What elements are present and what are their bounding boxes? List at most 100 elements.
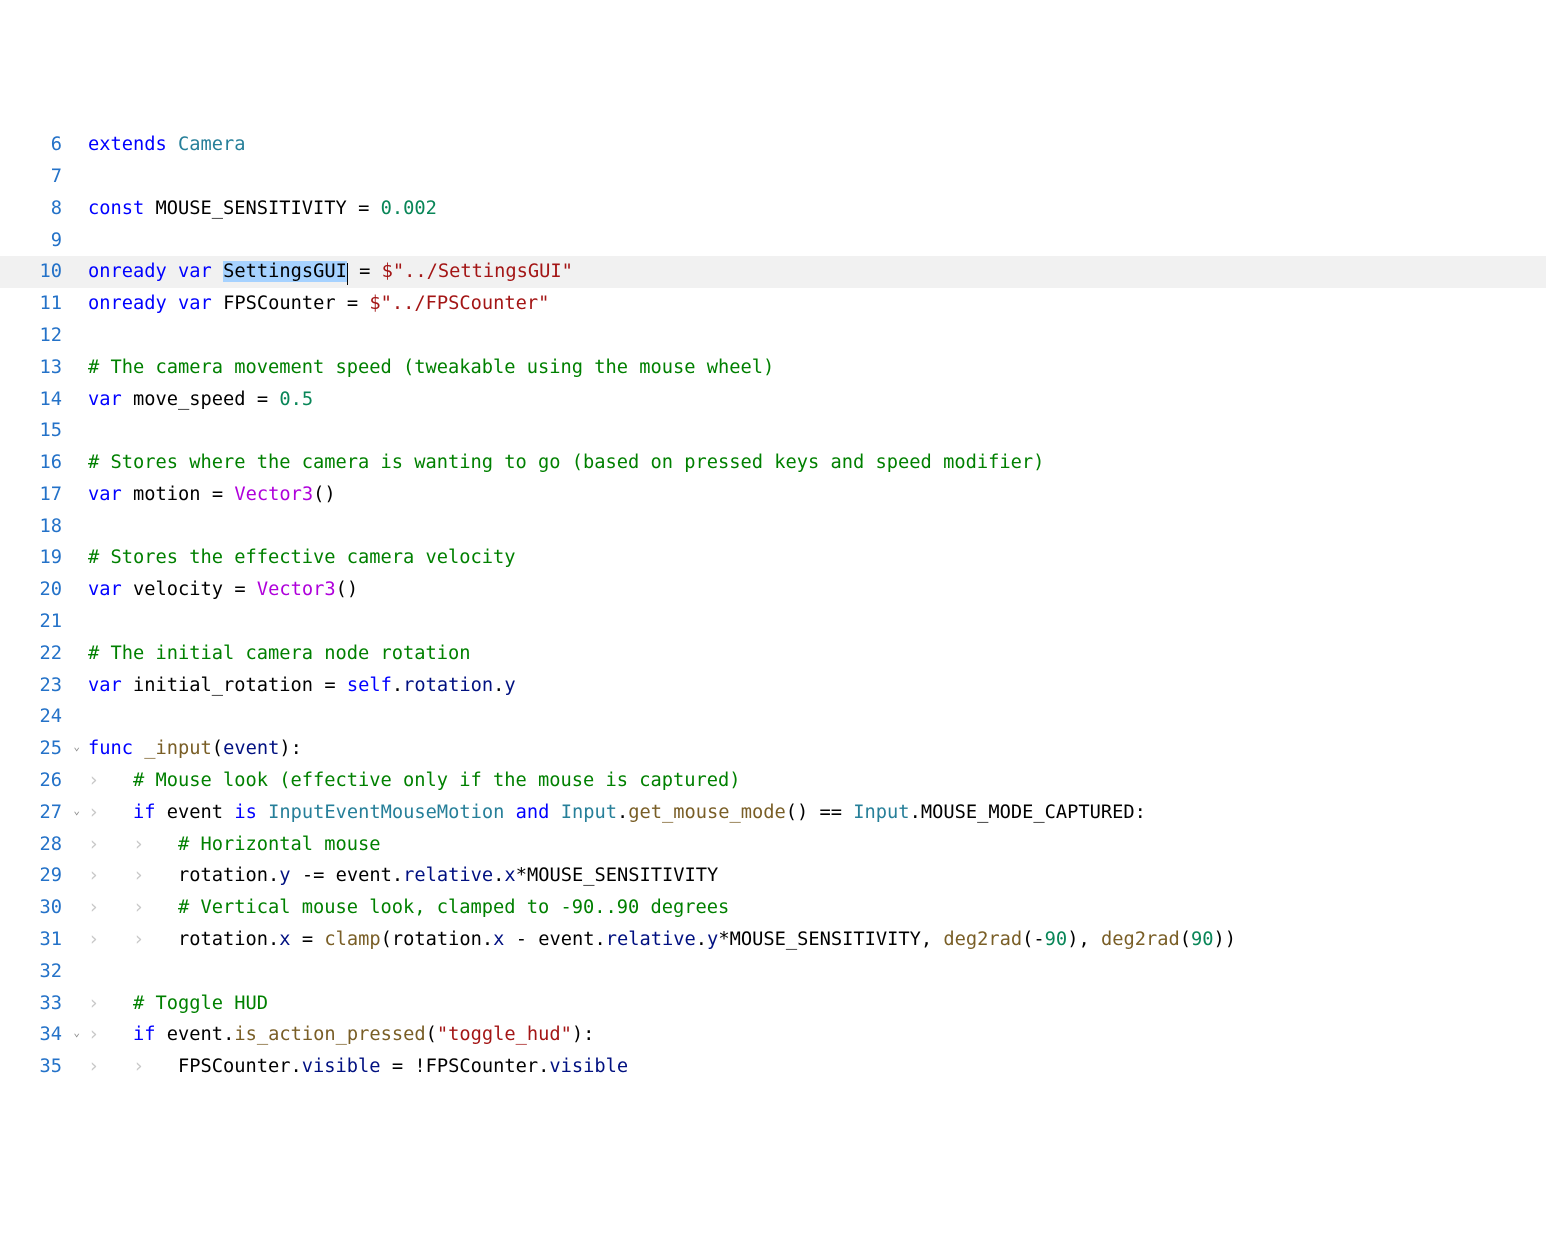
code-line[interactable]: 32 xyxy=(0,956,1546,988)
whitespace-icon: › › xyxy=(88,834,178,855)
code-line[interactable]: 33› # Toggle HUD xyxy=(0,988,1546,1020)
keyword: var xyxy=(88,675,122,696)
dot: . xyxy=(493,675,504,696)
code-content[interactable]: var initial_rotation = self.rotation.y xyxy=(68,670,1546,702)
function-call: clamp xyxy=(324,929,380,950)
code-line[interactable]: 26› # Mouse look (effective only if the … xyxy=(0,765,1546,797)
code-line[interactable]: 23var initial_rotation = self.rotation.y xyxy=(0,670,1546,702)
dot: . xyxy=(392,865,403,886)
code-content[interactable]: var velocity = Vector3() xyxy=(68,574,1546,606)
colon: : xyxy=(291,738,302,759)
paren: ( xyxy=(212,738,223,759)
code-line[interactable]: 6extends Camera xyxy=(0,129,1546,161)
keyword: onready xyxy=(88,293,167,314)
code-content[interactable]: var motion = Vector3() xyxy=(68,479,1546,511)
code-line[interactable]: 18 xyxy=(0,511,1546,543)
code-line[interactable]: 14var move_speed = 0.5 xyxy=(0,384,1546,416)
line-number: 28 xyxy=(0,829,68,861)
colon: : xyxy=(1135,802,1146,823)
keyword: var xyxy=(178,261,212,282)
dot: . xyxy=(392,675,403,696)
code-line[interactable]: 20var velocity = Vector3() xyxy=(0,574,1546,606)
code-line[interactable]: 11onready var FPSCounter = $"../FPSCount… xyxy=(0,288,1546,320)
code-line[interactable]: 9 xyxy=(0,225,1546,257)
code-editor[interactable]: 6extends Camera 7 8const MOUSE_SENSITIVI… xyxy=(0,127,1546,1083)
code-content[interactable]: const MOUSE_SENSITIVITY = 0.002 xyxy=(68,193,1546,225)
code-line[interactable]: 22# The initial camera node rotation xyxy=(0,638,1546,670)
line-number: 25⌄ xyxy=(0,733,68,765)
fold-icon[interactable]: ⌄ xyxy=(70,802,80,812)
line-number: 17 xyxy=(0,479,68,511)
code-content[interactable]: › if event is InputEventMouseMotion and … xyxy=(68,797,1546,829)
operator: = xyxy=(358,198,369,219)
operator: = xyxy=(234,579,245,600)
class-name: InputEventMouseMotion xyxy=(268,802,504,823)
paren: ( xyxy=(1022,929,1033,950)
code-line[interactable]: 13# The camera movement speed (tweakable… xyxy=(0,352,1546,384)
keyword: is xyxy=(234,802,257,823)
selection: SettingsGUI xyxy=(223,261,347,282)
comment: # Mouse look (effective only if the mous… xyxy=(133,770,741,791)
line-number: 19 xyxy=(0,542,68,574)
fold-icon[interactable]: ⌄ xyxy=(70,738,80,748)
line-number: 14 xyxy=(0,384,68,416)
comment: # The initial camera node rotation xyxy=(88,643,471,664)
code-content[interactable]: › # Mouse look (effective only if the mo… xyxy=(68,765,1546,797)
code-content[interactable]: extends Camera xyxy=(68,129,1546,161)
code-content[interactable]: › if event.is_action_pressed("toggle_hud… xyxy=(68,1019,1546,1051)
code-content[interactable]: › › FPSCounter.visible = !FPSCounter.vis… xyxy=(68,1051,1546,1083)
code-content[interactable]: # The camera movement speed (tweakable u… xyxy=(68,352,1546,384)
code-line[interactable]: 25⌄func _input(event): xyxy=(0,733,1546,765)
number: 0.002 xyxy=(381,198,437,219)
operator: = xyxy=(392,1056,403,1077)
code-line[interactable]: 28› › # Horizontal mouse xyxy=(0,829,1546,861)
code-content[interactable]: › › rotation.x = clamp(rotation.x - even… xyxy=(68,924,1546,956)
code-line[interactable]: 29› › rotation.y -= event.relative.x*MOU… xyxy=(0,860,1546,892)
code-line[interactable]: 31› › rotation.x = clamp(rotation.x - ev… xyxy=(0,924,1546,956)
operator: = xyxy=(324,675,335,696)
code-content[interactable]: # Stores the effective camera velocity xyxy=(68,542,1546,574)
code-line[interactable]: 27⌄› if event is InputEventMouseMotion a… xyxy=(0,797,1546,829)
line-number: 8 xyxy=(0,193,68,225)
line-number: 29 xyxy=(0,860,68,892)
code-content[interactable]: › › rotation.y -= event.relative.x*MOUSE… xyxy=(68,860,1546,892)
code-line[interactable]: 15 xyxy=(0,415,1546,447)
line-number: 31 xyxy=(0,924,68,956)
code-line[interactable]: 35› › FPSCounter.visible = !FPSCounter.v… xyxy=(0,1051,1546,1083)
code-content[interactable]: # Stores where the camera is wanting to … xyxy=(68,447,1546,479)
identifier: move_speed xyxy=(133,389,246,410)
text-cursor xyxy=(347,263,348,285)
code-content[interactable]: › › # Vertical mouse look, clamped to -9… xyxy=(68,892,1546,924)
keyword: onready xyxy=(88,261,167,282)
comment: # The camera movement speed (tweakable u… xyxy=(88,357,774,378)
code-content[interactable]: onready var FPSCounter = $"../FPSCounter… xyxy=(68,288,1546,320)
keyword: var xyxy=(178,293,212,314)
code-line[interactable]: 21 xyxy=(0,606,1546,638)
code-line[interactable]: 34⌄› if event.is_action_pressed("toggle_… xyxy=(0,1019,1546,1051)
code-line[interactable]: 7 xyxy=(0,161,1546,193)
code-line[interactable]: 24 xyxy=(0,701,1546,733)
code-content[interactable]: # The initial camera node rotation xyxy=(68,638,1546,670)
code-content[interactable]: onready var SettingsGUI = $"../SettingsG… xyxy=(68,256,1546,288)
line-number: 10 xyxy=(0,256,68,288)
code-line[interactable]: 19# Stores the effective camera velocity xyxy=(0,542,1546,574)
code-content[interactable]: var move_speed = 0.5 xyxy=(68,384,1546,416)
code-line[interactable]: 16# Stores where the camera is wanting t… xyxy=(0,447,1546,479)
code-line[interactable]: 12 xyxy=(0,320,1546,352)
number: 90 xyxy=(1045,929,1068,950)
keyword: extends xyxy=(88,134,167,155)
string: "../SettingsGUI" xyxy=(393,261,573,282)
code-content[interactable]: › › # Horizontal mouse xyxy=(68,829,1546,861)
code-line[interactable]: 30› › # Vertical mouse look, clamped to … xyxy=(0,892,1546,924)
code-line-current[interactable]: 10onready var SettingsGUI = $"../Setting… xyxy=(0,256,1546,288)
code-line[interactable]: 8const MOUSE_SENSITIVITY = 0.002 xyxy=(0,193,1546,225)
dollar-sign: $ xyxy=(369,293,380,314)
property: relative xyxy=(403,865,493,886)
property: y xyxy=(504,675,515,696)
code-line[interactable]: 17var motion = Vector3() xyxy=(0,479,1546,511)
code-content[interactable]: func _input(event): xyxy=(68,733,1546,765)
line-number: 16 xyxy=(0,447,68,479)
fold-icon[interactable]: ⌄ xyxy=(70,1024,80,1034)
code-content[interactable]: › # Toggle HUD xyxy=(68,988,1546,1020)
property: visible xyxy=(549,1056,628,1077)
